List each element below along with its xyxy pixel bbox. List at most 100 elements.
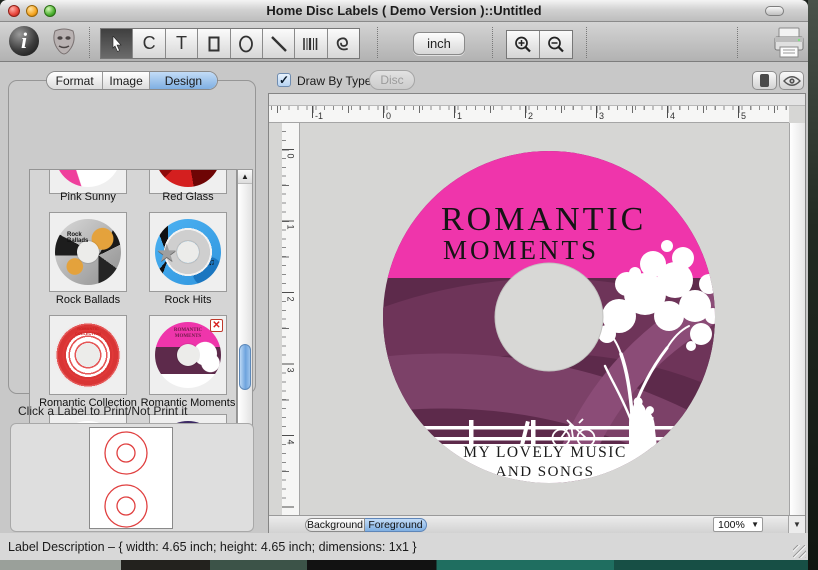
label-1-outer-ring: [105, 432, 147, 474]
template-scrollbar[interactable]: ▲ ▼: [237, 169, 253, 447]
disc-title-line1[interactable]: ROMANTIC: [441, 201, 646, 238]
disc-hole: [77, 344, 99, 366]
music-note-icon: ♫: [208, 257, 215, 267]
text-tool-button[interactable]: T: [166, 29, 198, 58]
template-name: Red Glass: [138, 191, 237, 203]
tab-image[interactable]: Image: [103, 72, 149, 89]
label-2-inner-ring: [117, 497, 135, 515]
zoom-in-icon: [513, 35, 533, 55]
pink-sunny-disc-thumb: [55, 169, 121, 187]
canvas-top-strip: [269, 94, 805, 106]
scroll-up-button[interactable]: ▲: [238, 170, 252, 184]
rock-hits-disc-thumb: ★ ♫: [155, 219, 221, 285]
preview-eye-button[interactable]: [779, 71, 804, 90]
line-icon: [270, 35, 288, 53]
info-icon[interactable]: i: [9, 26, 39, 56]
toolbar-separator: [586, 27, 587, 58]
label-1-inner-ring: [117, 444, 135, 462]
label-description: Label Description – { width: 4.65 inch; …: [8, 540, 417, 554]
device-icon: [760, 74, 769, 87]
unit-button[interactable]: inch: [413, 32, 465, 55]
ruler-number: 2: [286, 296, 296, 301]
canvas-bottom-bar: Background Foreground 100% ▼ ▼: [269, 515, 805, 533]
design-panel: Pink Sunny Red Glass Rock Ballads ★ ♫: [8, 80, 256, 394]
text-icon: T: [176, 33, 187, 54]
scrollbar-thumb[interactable]: [239, 344, 251, 390]
zoom-buttons: [506, 30, 573, 59]
barcode-tool-button[interactable]: [295, 29, 327, 58]
mask-icon[interactable]: [49, 26, 79, 56]
star-icon: ★: [156, 239, 178, 268]
toolbar-separator: [492, 27, 493, 58]
template-rock-ballads[interactable]: Rock Ballads: [49, 212, 127, 292]
line-tool-button[interactable]: [263, 29, 295, 58]
spiral-icon: [334, 35, 352, 53]
window-title: Home Disc Labels ( Demo Version )::Untit…: [0, 3, 808, 18]
zoom-out-icon: [546, 35, 566, 55]
romantic-collection-disc-thumb: ROMANTIC COLLECTION: [55, 322, 121, 388]
template-name: Pink Sunny: [38, 191, 138, 203]
desktop-strip-right: [808, 0, 818, 570]
toolbar-separator: [737, 27, 738, 58]
canvas-zoom-dropdown[interactable]: 100% ▼: [713, 517, 763, 532]
ruler-number: -1: [315, 111, 323, 121]
canvas-vertical-scrollbar[interactable]: [789, 123, 805, 515]
device-view-button[interactable]: [752, 71, 777, 90]
ruler-number: 5: [741, 111, 746, 121]
ruler-number: 0: [386, 111, 391, 121]
thumb-overlay-text: ROMANTIC COLLECTION: [68, 327, 108, 336]
toolbar-separator: [89, 27, 90, 58]
desktop: Home Disc Labels ( Demo Version )::Untit…: [0, 0, 818, 570]
disc-hole: [177, 241, 199, 263]
disc-caption-line1[interactable]: MY LOVELY MUSIC: [463, 444, 627, 461]
arc-icon: C: [143, 33, 156, 54]
layer-tab-foreground[interactable]: Foreground: [365, 518, 427, 532]
ruler-number: 1: [286, 224, 296, 229]
spiral-tool-button[interactable]: [328, 29, 359, 58]
zoom-value: 100%: [718, 519, 745, 531]
tab-format[interactable]: Format: [47, 72, 103, 89]
exclude-from-print-badge[interactable]: ✕: [210, 319, 223, 332]
print-sheet[interactable]: [89, 427, 173, 529]
disc-title-line2[interactable]: MOMENTS: [443, 235, 599, 265]
tool-palette: C T: [100, 28, 360, 59]
toolbar-toggle-button[interactable]: [765, 6, 784, 16]
select-tool-button[interactable]: [101, 29, 133, 58]
ruler-number: 1: [457, 111, 462, 121]
zoom-out-button[interactable]: [540, 31, 572, 58]
template-rock-hits[interactable]: ★ ♫: [149, 212, 227, 292]
template-romantic-collection[interactable]: ROMANTIC COLLECTION: [49, 315, 127, 395]
chevron-down-icon: ▼: [751, 520, 759, 529]
arc-tool-button[interactable]: C: [133, 29, 165, 58]
sheet-labels: [90, 428, 172, 528]
thumb-overlay-text: ROMANTIC MOMENTS: [163, 328, 213, 339]
ruler-number: 3: [599, 111, 604, 121]
title-bar: Home Disc Labels ( Demo Version )::Untit…: [0, 0, 808, 22]
disc-label-artwork[interactable]: ROMANTIC MOMENTS MY LOVELY MUSIC AND SON…: [383, 151, 715, 483]
canvas-frame: -1 0 1 2 3 4 5 0 1 2 3 4: [268, 93, 806, 533]
disc-center-hole: [495, 263, 603, 371]
ruler-number: 3: [286, 367, 296, 372]
template-name: Rock Hits: [138, 294, 237, 306]
disc-caption-line2[interactable]: AND SONGS: [496, 464, 595, 480]
ruler-number: 2: [528, 111, 533, 121]
sidebar-tabs: Format Image Design: [46, 71, 218, 90]
label-2-outer-ring: [105, 485, 147, 527]
rectangle-tool-button[interactable]: [198, 29, 230, 58]
app-window: Home Disc Labels ( Demo Version )::Untit…: [0, 0, 808, 560]
oval-tool-button[interactable]: [231, 29, 263, 58]
toolbar: i C T: [0, 22, 808, 62]
draw-by-type-checkbox[interactable]: ✓: [277, 73, 291, 87]
scroll-down-button[interactable]: ▼: [788, 516, 805, 534]
zoom-in-button[interactable]: [507, 31, 540, 58]
template-romantic-moments[interactable]: ✕ ROMANTIC MOMENTS: [149, 315, 227, 395]
desktop-strip-bottom: [0, 560, 808, 570]
resize-grip[interactable]: [793, 545, 806, 558]
layer-tab-background[interactable]: Background: [305, 518, 365, 532]
print-button[interactable]: [771, 25, 807, 60]
label-canvas[interactable]: ROMANTIC MOMENTS MY LOVELY MUSIC AND SON…: [300, 123, 789, 515]
tab-design[interactable]: Design: [150, 72, 217, 89]
disc-hole: [77, 241, 99, 263]
disc-button[interactable]: Disc: [369, 70, 415, 90]
rectangle-icon: [208, 36, 220, 52]
